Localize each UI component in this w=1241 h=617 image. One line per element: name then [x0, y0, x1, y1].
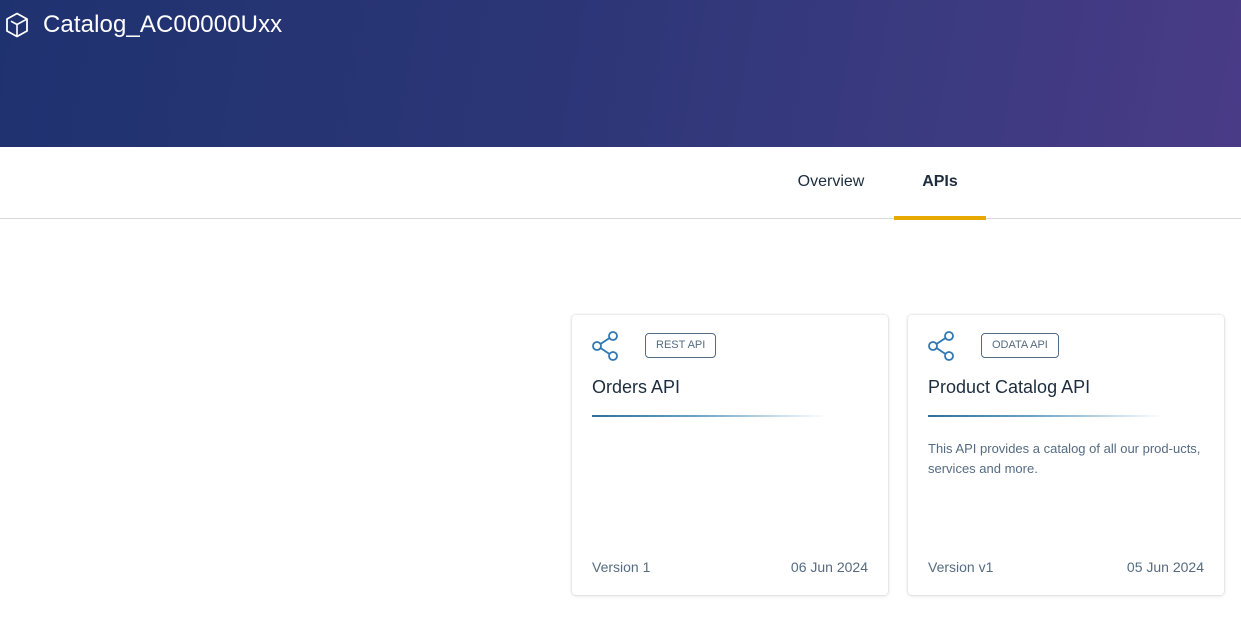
api-card-orders[interactable]: REST API Orders API Version 1 06 Jun 202… — [572, 315, 888, 595]
api-date: 05 Jun 2024 — [1126, 559, 1204, 575]
card-divider — [592, 415, 827, 417]
api-title: Orders API — [592, 377, 681, 397]
api-date: 06 Jun 2024 — [790, 559, 868, 575]
tab-apis[interactable]: APIs — [894, 147, 986, 220]
tab-bar: Overview APIs — [0, 147, 1241, 220]
api-version: Version 1 — [592, 559, 651, 575]
api-type-badge: ODATA API — [981, 333, 1059, 358]
package-icon — [6, 12, 28, 38]
card-divider — [928, 415, 1163, 417]
api-title: Product Catalog API — [928, 377, 1091, 397]
api-type-badge: REST API — [645, 333, 717, 358]
page-title: Catalog_AC00000Uxx — [43, 11, 283, 38]
tab-overview[interactable]: Overview — [776, 147, 886, 219]
tab-selected-indicator — [894, 216, 986, 220]
api-description: This API provides a catalog of all our p… — [928, 441, 1201, 476]
api-card-product-catalog[interactable]: ODATA API Product Catalog API This API p… — [908, 315, 1224, 595]
api-version: Version v1 — [928, 559, 994, 575]
page-header: Catalog_AC00000Uxx — [0, 0, 1241, 147]
tab-apis-label: APIs — [922, 173, 958, 190]
share-icon — [928, 331, 954, 361]
share-icon — [592, 331, 618, 361]
